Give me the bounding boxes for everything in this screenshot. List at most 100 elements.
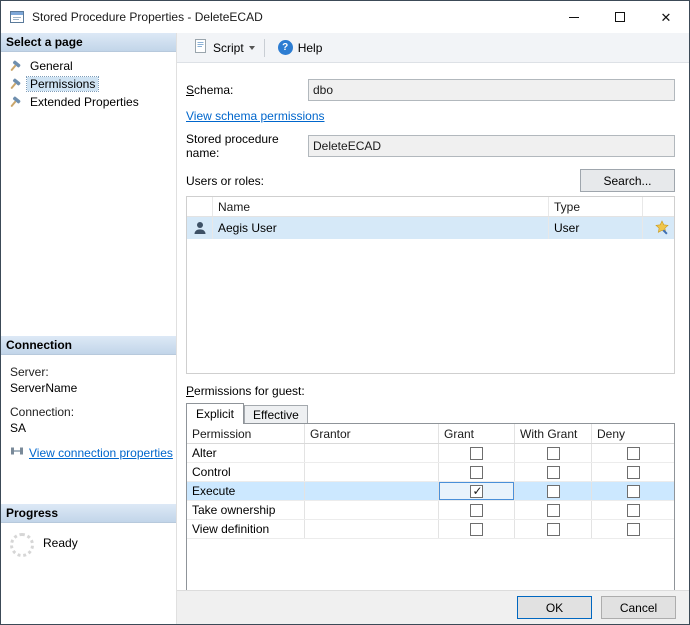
window-controls: ✕ bbox=[551, 1, 689, 33]
permission-name-cell: Execute bbox=[187, 482, 305, 500]
help-button[interactable]: ? Help bbox=[272, 37, 329, 58]
deny-checkbox[interactable] bbox=[626, 484, 640, 498]
script-button-label: Script bbox=[213, 40, 244, 55]
with-grant-checkbox[interactable] bbox=[546, 465, 560, 479]
schema-input[interactable] bbox=[308, 79, 675, 101]
permission-name-cell: View definition bbox=[187, 520, 305, 538]
users-table: Name Type Aegis User User bbox=[186, 196, 675, 374]
sidebar-item-label: General bbox=[30, 59, 73, 73]
script-button[interactable]: Script bbox=[187, 35, 261, 60]
sidebar-item-permissions[interactable]: Permissions bbox=[1, 75, 176, 93]
app-icon bbox=[9, 9, 25, 25]
grant-checkbox[interactable] bbox=[470, 484, 484, 498]
script-icon bbox=[193, 38, 208, 57]
grant-cell bbox=[439, 520, 515, 538]
grant-cell bbox=[439, 463, 515, 481]
main-panel: Script ? Help Schema: View schema permis… bbox=[177, 33, 689, 624]
procedure-name-label: Stored procedure name: bbox=[186, 132, 279, 160]
permission-row-alter: Alter bbox=[187, 444, 674, 463]
deny-checkbox[interactable] bbox=[626, 465, 640, 479]
schema-row: Schema: bbox=[186, 79, 675, 101]
cancel-button[interactable]: Cancel bbox=[601, 596, 676, 619]
progress-area: Ready bbox=[1, 523, 176, 624]
close-button[interactable]: ✕ bbox=[643, 1, 689, 33]
deny-cell bbox=[592, 444, 674, 462]
users-or-roles-label: Users or roles: bbox=[186, 173, 265, 188]
user-icon bbox=[187, 217, 213, 239]
permission-column-header: Permission bbox=[187, 424, 305, 443]
close-icon: ✕ bbox=[660, 9, 672, 25]
grant-checkbox[interactable] bbox=[470, 503, 483, 517]
grant-checkbox[interactable] bbox=[470, 465, 483, 479]
procedure-name-row: Stored procedure name: bbox=[186, 132, 675, 160]
grant-checkbox[interactable] bbox=[470, 522, 483, 536]
maximize-button[interactable] bbox=[597, 1, 643, 33]
with-grant-checkbox[interactable] bbox=[546, 446, 560, 460]
permissions-grid-header: Permission Grantor Grant With Grant Deny bbox=[187, 424, 674, 444]
dialog-footer: OK Cancel bbox=[177, 590, 689, 624]
toolbar-separator bbox=[263, 38, 265, 57]
connection-value: SA bbox=[10, 421, 27, 435]
maximize-icon bbox=[615, 12, 625, 22]
deny-cell bbox=[592, 520, 674, 538]
permissions-page-content: Schema: View schema permissions Stored p… bbox=[177, 63, 689, 590]
search-button[interactable]: Search... bbox=[580, 169, 675, 192]
select-a-page-header: Select a page bbox=[1, 33, 176, 52]
server-label: Server: bbox=[10, 365, 49, 379]
help-icon: ? bbox=[277, 40, 293, 55]
deny-checkbox[interactable] bbox=[626, 446, 640, 460]
permission-name-cell: Alter bbox=[187, 444, 305, 462]
chevron-down-icon bbox=[248, 46, 255, 53]
page-list: General Permissions Extended Properties bbox=[1, 52, 176, 336]
view-connection-properties-icon bbox=[10, 445, 24, 460]
user-name-cell: Aegis User bbox=[213, 217, 549, 239]
ok-button[interactable]: OK bbox=[517, 596, 592, 619]
grantor-cell bbox=[305, 482, 439, 500]
stub-column-header bbox=[643, 197, 674, 216]
with-grant-cell bbox=[515, 501, 592, 519]
permission-row-execute: Execute bbox=[187, 482, 674, 501]
page-icon bbox=[8, 59, 22, 73]
page-icon bbox=[8, 95, 22, 109]
with-grant-checkbox[interactable] bbox=[546, 503, 560, 517]
server-value: ServerName bbox=[10, 381, 78, 395]
dialog-body: Select a page General Permissions Extend… bbox=[1, 33, 689, 624]
permissions-tabs: Explicit Effective bbox=[186, 402, 675, 424]
sidebar-item-label: Extended Properties bbox=[30, 95, 139, 109]
tab-explicit[interactable]: Explicit bbox=[186, 403, 245, 424]
grantor-cell bbox=[305, 501, 439, 519]
icon-column-header bbox=[187, 197, 213, 216]
grant-cell bbox=[439, 501, 515, 519]
connection-header: Connection bbox=[1, 336, 176, 355]
with-grant-checkbox[interactable] bbox=[546, 522, 560, 536]
sidebar: Select a page General Permissions Extend… bbox=[1, 33, 177, 624]
view-schema-permissions-link[interactable]: View schema permissions bbox=[186, 109, 325, 123]
with-grant-checkbox[interactable] bbox=[546, 484, 560, 498]
deny-cell bbox=[592, 501, 674, 519]
deny-cell bbox=[592, 463, 674, 481]
permission-row-take-ownership: Take ownership bbox=[187, 501, 674, 520]
grant-column-header: Grant bbox=[439, 424, 515, 443]
sidebar-item-extended-properties[interactable]: Extended Properties bbox=[1, 93, 176, 111]
sidebar-item-general[interactable]: General bbox=[1, 57, 176, 75]
schema-label: Schema: bbox=[186, 83, 234, 97]
tab-effective[interactable]: Effective bbox=[244, 405, 308, 423]
procedure-name-input[interactable] bbox=[308, 135, 675, 157]
progress-status: Ready bbox=[43, 536, 78, 550]
permission-row-view-definition: View definition bbox=[187, 520, 674, 539]
grantor-cell bbox=[305, 444, 439, 462]
with-grant-cell bbox=[515, 482, 592, 500]
users-table-header: Name Type bbox=[187, 197, 674, 217]
user-row-badge-icon bbox=[643, 217, 674, 239]
type-column-header: Type bbox=[549, 197, 643, 216]
grant-cell bbox=[439, 444, 515, 462]
user-row[interactable]: Aegis User User bbox=[187, 217, 674, 239]
permission-name-cell: Take ownership bbox=[187, 501, 305, 519]
grant-checkbox[interactable] bbox=[470, 446, 483, 460]
deny-cell bbox=[592, 482, 674, 500]
deny-checkbox[interactable] bbox=[626, 522, 640, 536]
titlebar: Stored Procedure Properties - DeleteECAD… bbox=[1, 1, 689, 33]
view-connection-properties-link[interactable]: View connection properties bbox=[29, 446, 173, 460]
minimize-button[interactable] bbox=[551, 1, 597, 33]
deny-checkbox[interactable] bbox=[626, 503, 640, 517]
